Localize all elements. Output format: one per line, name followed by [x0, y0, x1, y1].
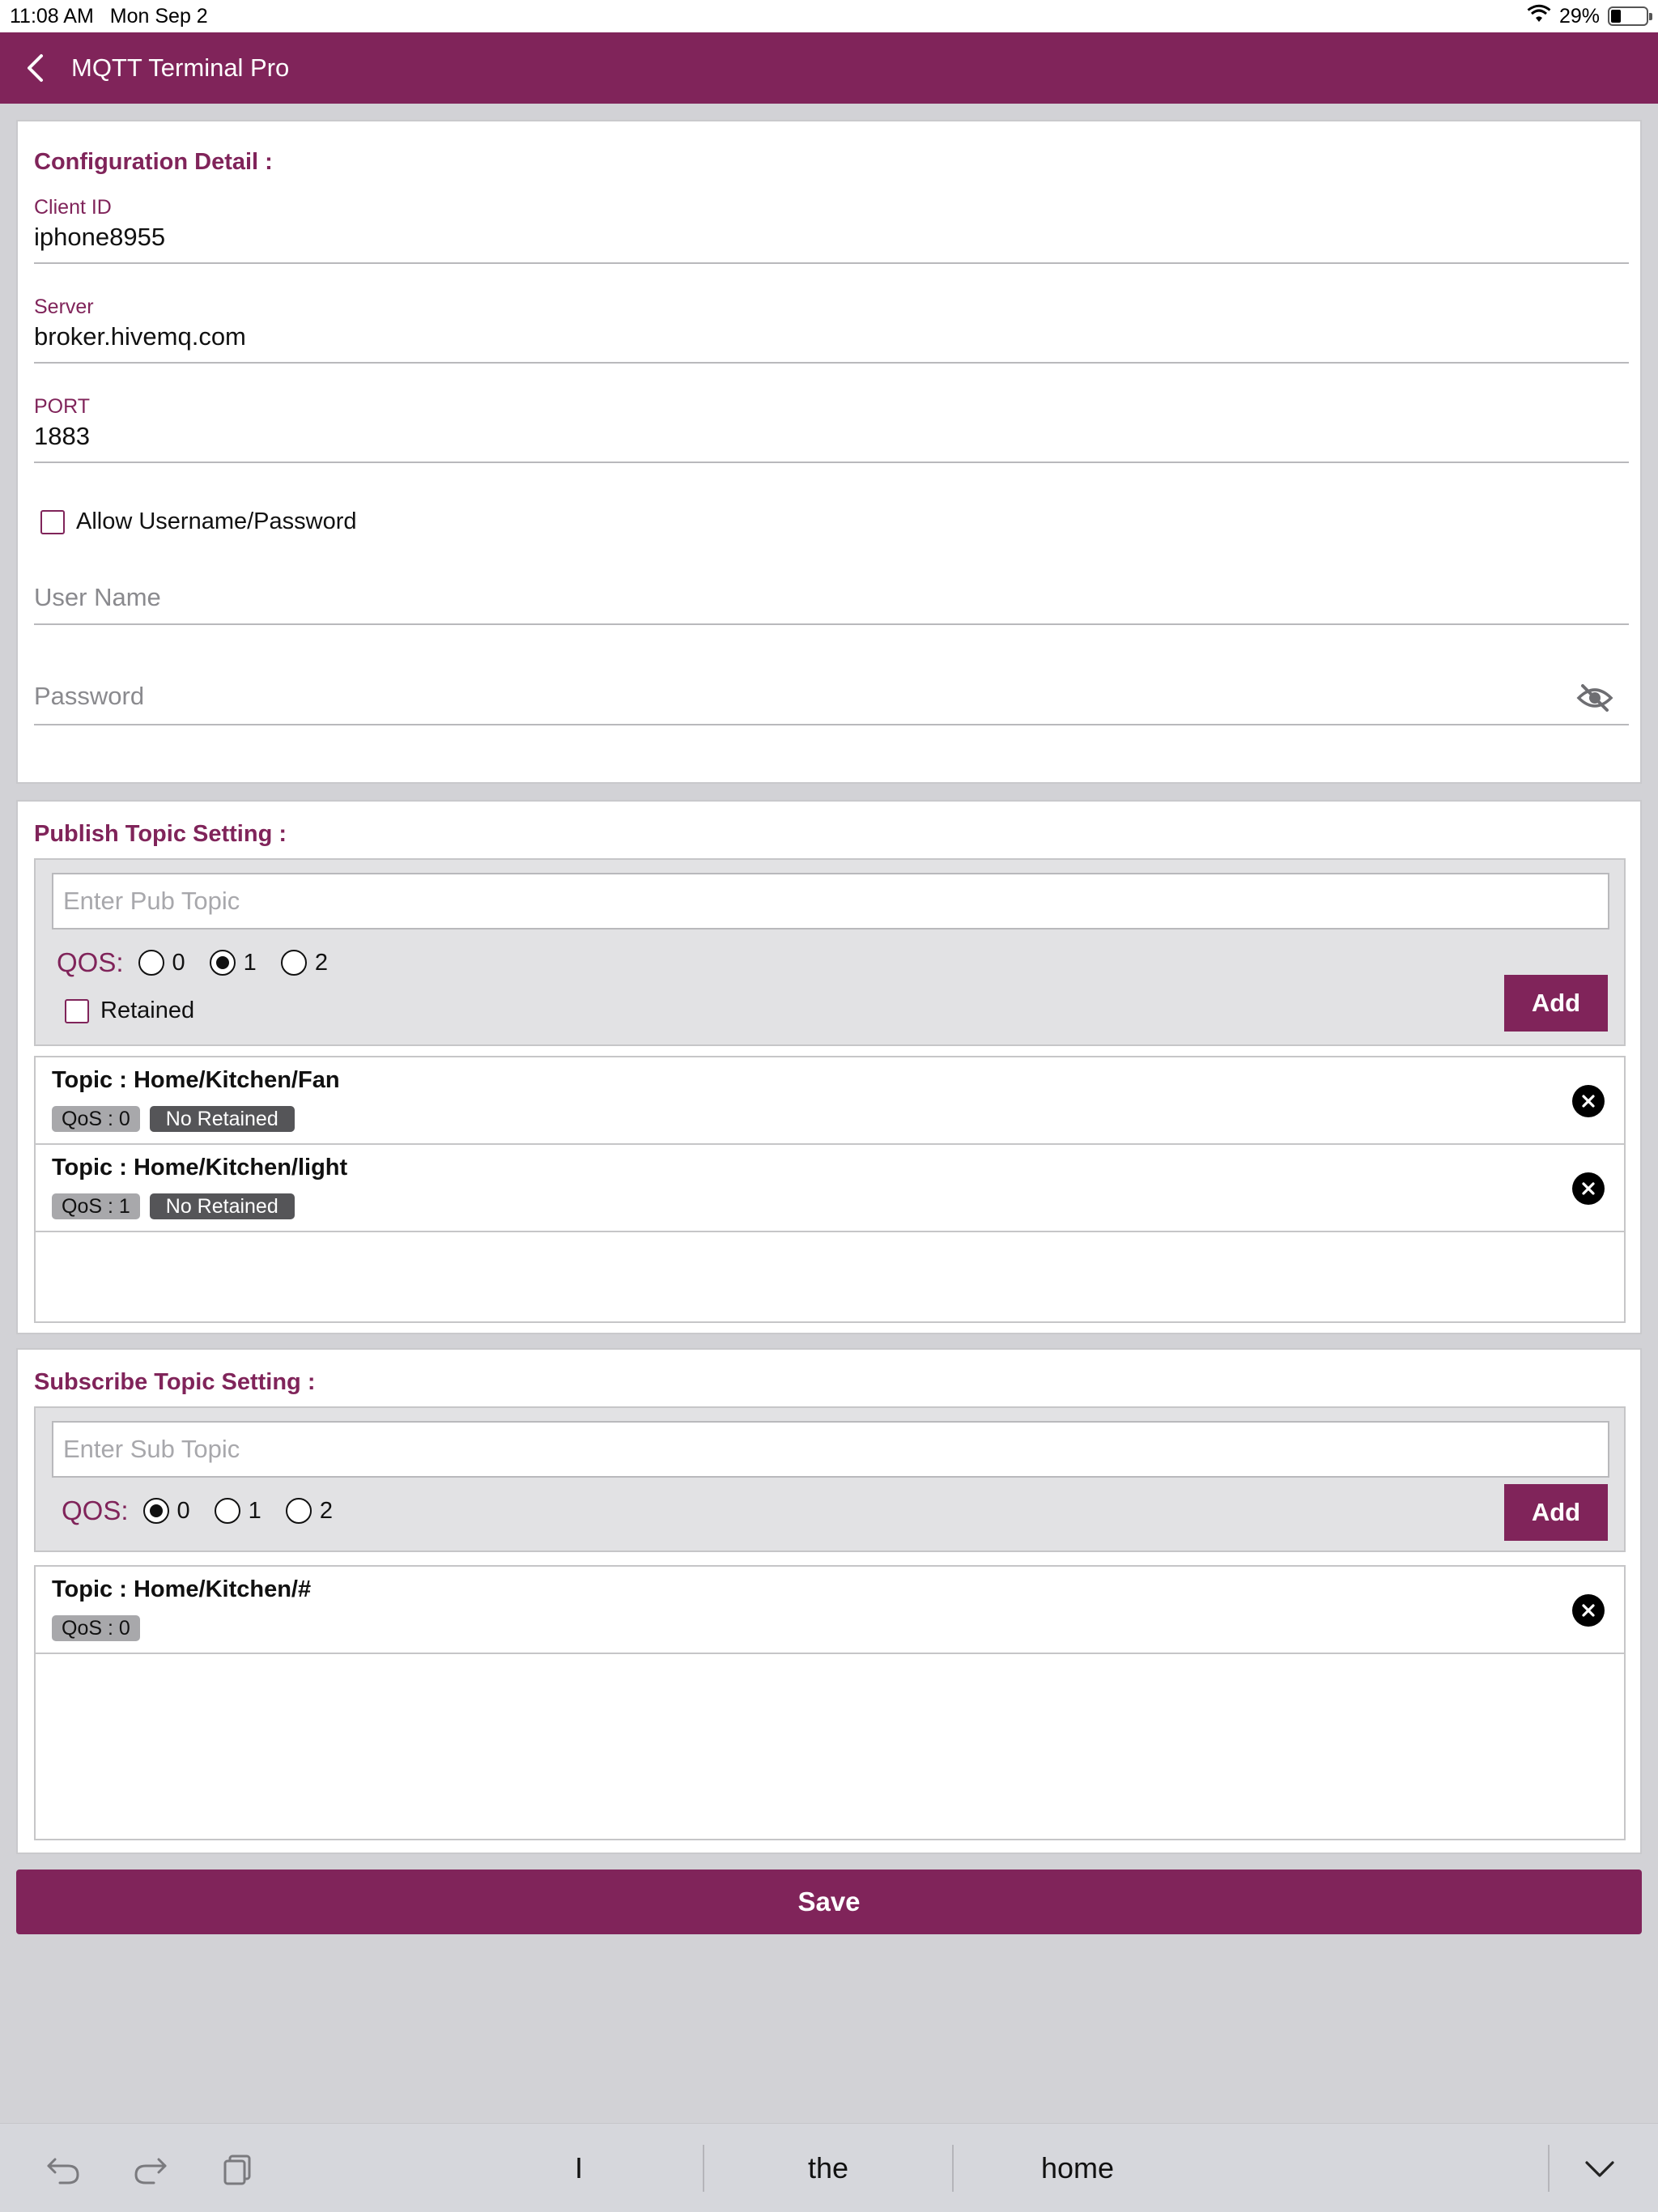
radio-selected-icon	[209, 950, 236, 976]
port-label: PORT	[34, 395, 90, 418]
save-button[interactable]: Save	[16, 1870, 1642, 1934]
app-title: MQTT Terminal Pro	[71, 53, 290, 82]
suggestion-3[interactable]: home	[954, 2142, 1201, 2195]
topic-name: Topic : Home/Kitchen/light	[52, 1155, 348, 1180]
pub-topic-list: Topic : Home/Kitchen/Fan QoS : 0 No Reta…	[34, 1056, 1626, 1323]
subscribe-card: Subscribe Topic Setting : Enter Sub Topi…	[16, 1348, 1642, 1854]
chevron-left-icon	[28, 54, 43, 82]
sub-qos-2[interactable]: 2	[285, 1498, 333, 1525]
password-placeholder: Password	[34, 682, 145, 710]
radio-icon	[138, 950, 164, 976]
pub-qos-row: QOS: 0 1 2	[57, 947, 352, 978]
paste-icon[interactable]	[217, 2148, 259, 2190]
redo-icon[interactable]	[130, 2148, 172, 2190]
qos-badge: QoS : 1	[52, 1193, 140, 1219]
battery-percent: 29%	[1558, 4, 1600, 28]
nav-bar: MQTT Terminal Pro	[0, 32, 1658, 104]
chevron-down-icon[interactable]	[1579, 2148, 1621, 2190]
sub-topic-placeholder: Enter Sub Topic	[63, 1435, 240, 1463]
delete-icon[interactable]	[1572, 1172, 1605, 1205]
subscribe-title: Subscribe Topic Setting :	[34, 1369, 316, 1395]
sub-qos-0[interactable]: 0	[142, 1498, 190, 1525]
list-item[interactable]: Topic : Home/Kitchen/Fan QoS : 0 No Reta…	[36, 1057, 1624, 1145]
pub-qos-0[interactable]: 0	[138, 950, 185, 976]
undo-icon[interactable]	[42, 2148, 84, 2190]
keyboard-suggestion-bar: I the home	[0, 2123, 1658, 2212]
retained-label: Retained	[100, 998, 195, 1023]
list-item[interactable]: Topic : Home/Kitchen/light QoS : 1 No Re…	[36, 1145, 1624, 1232]
publish-title: Publish Topic Setting :	[34, 821, 287, 847]
topic-name: Topic : Home/Kitchen/#	[52, 1576, 312, 1602]
username-field[interactable]: User Name	[34, 583, 1629, 625]
subscribe-entry-box: Enter Sub Topic QOS: 0 1 2 Add	[34, 1406, 1626, 1552]
radio-icon	[214, 1498, 240, 1524]
pub-qos-1[interactable]: 1	[209, 950, 257, 976]
client-id-label: Client ID	[34, 196, 112, 219]
allow-credentials-row[interactable]: Allow Username/Password	[40, 508, 357, 535]
battery-icon	[1608, 6, 1652, 26]
sub-topic-input[interactable]: Enter Sub Topic	[52, 1421, 1609, 1478]
server-label: Server	[34, 296, 94, 318]
password-field[interactable]: Password	[34, 682, 1629, 725]
pub-add-button[interactable]: Add	[1504, 975, 1608, 1032]
username-placeholder: User Name	[34, 583, 161, 611]
eye-off-icon[interactable]	[1575, 682, 1614, 714]
sub-topic-list: Topic : Home/Kitchen/# QoS : 0	[34, 1565, 1626, 1840]
server-field[interactable]: Server broker.hivemq.com	[34, 296, 1629, 364]
pub-qos-2[interactable]: 2	[280, 950, 328, 976]
port-field[interactable]: PORT 1883	[34, 395, 1629, 463]
radio-selected-icon	[142, 1498, 169, 1524]
topic-name: Topic : Home/Kitchen/Fan	[52, 1067, 340, 1093]
suggestion-2[interactable]: the	[704, 2142, 952, 2195]
suggestion-1[interactable]: I	[453, 2142, 704, 2195]
back-button[interactable]	[6, 32, 63, 104]
status-time: 11:08 AM	[10, 4, 94, 28]
sub-qos-row: QOS: 0 1 2	[62, 1495, 357, 1526]
publish-card: Publish Topic Setting : Enter Pub Topic …	[16, 800, 1642, 1334]
configuration-card: Configuration Detail : Client ID iphone8…	[16, 120, 1642, 784]
publish-entry-box: Enter Pub Topic QOS: 0 1 2 Retained Add	[34, 858, 1626, 1046]
retained-badge: No Retained	[149, 1106, 295, 1132]
pub-topic-input[interactable]: Enter Pub Topic	[52, 873, 1609, 929]
wifi-icon	[1527, 4, 1551, 29]
retained-row[interactable]: Retained	[65, 998, 194, 1024]
radio-icon	[280, 950, 307, 976]
port-value: 1883	[34, 422, 90, 450]
allow-credentials-checkbox[interactable]	[40, 509, 65, 534]
delete-icon[interactable]	[1572, 1085, 1605, 1117]
status-date: Mon Sep 2	[109, 4, 208, 28]
qos-badge: QoS : 0	[52, 1615, 140, 1641]
server-value: broker.hivemq.com	[34, 322, 246, 351]
pub-qos-label: QOS:	[57, 947, 124, 977]
list-item[interactable]: Topic : Home/Kitchen/# QoS : 0	[36, 1567, 1624, 1654]
retained-badge: No Retained	[149, 1193, 295, 1219]
sub-qos-label: QOS:	[62, 1495, 129, 1525]
qos-badge: QoS : 0	[52, 1106, 140, 1132]
radio-icon	[285, 1498, 312, 1524]
client-id-value: iphone8955	[34, 223, 166, 251]
client-id-field[interactable]: Client ID iphone8955	[34, 196, 1629, 264]
configuration-title: Configuration Detail :	[34, 149, 273, 175]
delete-icon[interactable]	[1572, 1594, 1605, 1627]
retained-checkbox[interactable]	[65, 998, 89, 1023]
pub-topic-placeholder: Enter Pub Topic	[63, 887, 240, 915]
sub-add-button[interactable]: Add	[1504, 1484, 1608, 1541]
allow-credentials-label: Allow Username/Password	[76, 508, 357, 534]
status-bar: 11:08 AM Mon Sep 2 29%	[0, 0, 1658, 32]
suggestion-divider	[1548, 2145, 1550, 2192]
sub-qos-1[interactable]: 1	[214, 1498, 261, 1525]
